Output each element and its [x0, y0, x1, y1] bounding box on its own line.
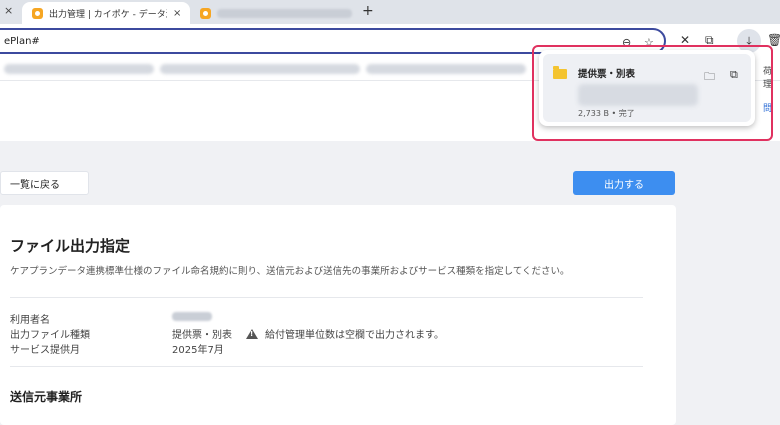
warning-text: 給付管理単位数は空欄で出力されます。 — [265, 330, 444, 341]
bookmark-redacted[interactable] — [160, 64, 360, 74]
bookmark-redacted[interactable] — [366, 64, 526, 74]
field-label-user: 利用者名 — [10, 315, 50, 326]
section-title-sender: 送信元事業所 — [10, 390, 83, 404]
new-tab-button[interactable]: + — [362, 3, 374, 19]
field-value-file-type: 提供票・別表 — [172, 330, 232, 341]
field-value-service-month: 2025年7月 — [172, 345, 224, 356]
field-label-file-type: 出力ファイル種類 — [10, 330, 90, 341]
tab-title: 出力管理 | カイポケ - データ連携(仮 — [49, 9, 167, 20]
output-button[interactable]: 出力する — [573, 171, 675, 195]
page-title: ファイル出力指定 — [10, 237, 131, 255]
url-text: ePlan# — [4, 36, 40, 47]
favicon-icon — [32, 7, 43, 19]
file-output-card: ファイル出力指定 ケアプランデータ連携標準仕様のファイル命名規約に則り、送信元お… — [0, 205, 676, 425]
user-name-redacted — [172, 312, 212, 321]
tab-active[interactable]: 出力管理 | カイポケ - データ連携(仮 × — [22, 2, 190, 24]
tab-title-redacted — [216, 8, 352, 18]
card-description: ケアプランデータ連携標準仕様のファイル命名規約に則り、送信元および送信先の事業所… — [10, 266, 570, 277]
back-to-list-button[interactable]: 一覧に戻る — [0, 171, 89, 195]
warning-icon — [246, 328, 258, 339]
warning-message: 給付管理単位数は空欄で出力されます。 — [246, 326, 444, 341]
bookmark-redacted[interactable] — [4, 64, 154, 74]
tab-close-icon[interactable]: × — [4, 4, 13, 17]
divider — [10, 366, 643, 367]
divider — [10, 297, 643, 298]
tab-inactive[interactable] — [192, 2, 352, 24]
field-label-service-month: サービス提供月 — [10, 345, 80, 356]
tab-close-icon[interactable]: × — [173, 8, 181, 19]
tab-strip: × 出力管理 | カイポケ - データ連携(仮 × + — [0, 0, 780, 24]
highlight-box — [532, 45, 773, 141]
favicon-icon — [200, 7, 211, 19]
